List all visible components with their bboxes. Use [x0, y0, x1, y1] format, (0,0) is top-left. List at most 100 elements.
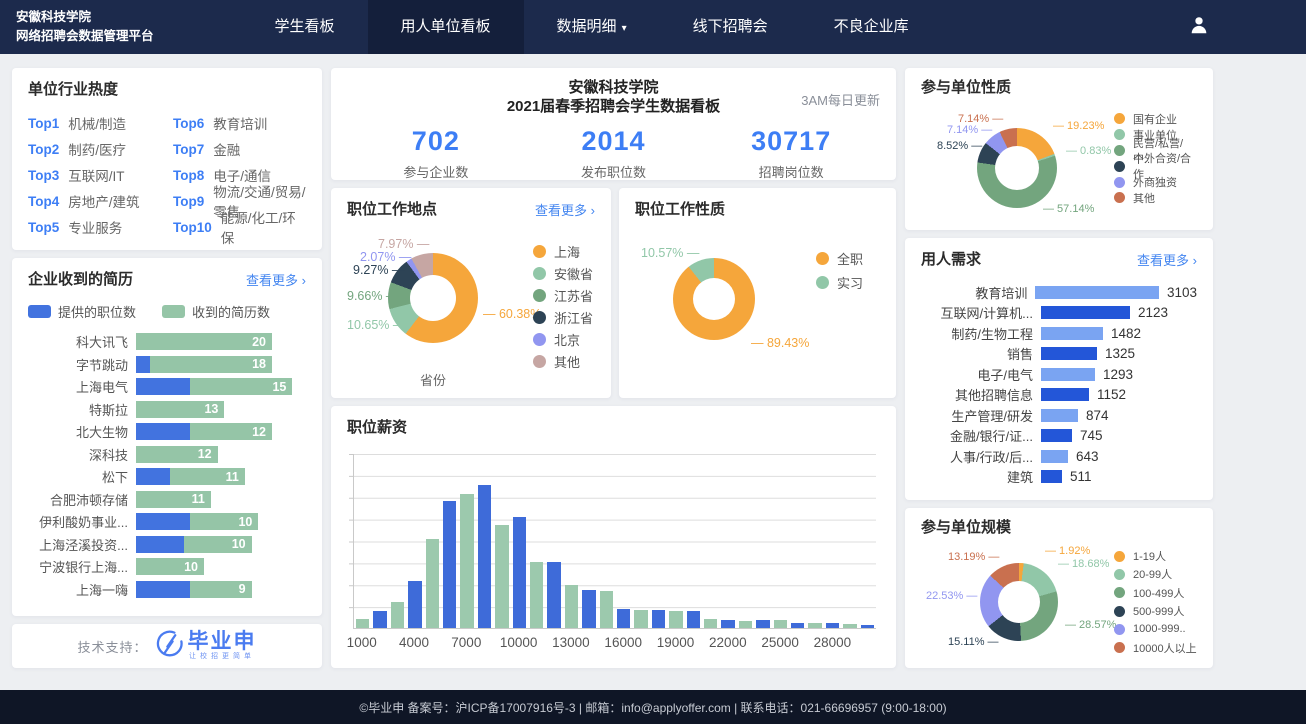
stat-openings-value: 30717	[702, 126, 880, 156]
unit_scale-legend-item[interactable]: 20-99人	[1114, 565, 1197, 583]
chevron-right-icon: ›	[1193, 253, 1197, 268]
job-type-card: 职位工作性质 — 89.43%10.57% —全职实习	[619, 188, 896, 398]
location-legend-item[interactable]: 安徽省	[533, 262, 593, 284]
histogram-bar	[669, 611, 682, 628]
industry-rank-label: Top2	[28, 142, 59, 157]
resumes-bar-chart: 科大讯飞20字节跳动18上海电气15特斯拉13北大生物12深科技12松下11合肥…	[28, 333, 306, 598]
resume-row: 字节跳动18	[28, 356, 306, 373]
location-legend-item[interactable]: 北京	[533, 328, 593, 350]
resumes-bar-segment: 11	[170, 468, 245, 485]
donut-hole	[410, 275, 456, 321]
unit_scale-legend-item[interactable]: 500-999人	[1114, 602, 1197, 620]
location-legend-item[interactable]: 江苏省	[533, 284, 593, 306]
unit_scale-legend-label: 1000-999..	[1133, 623, 1186, 635]
histogram-bar	[826, 623, 839, 628]
location-legend-label: 北京	[554, 330, 580, 349]
resume-row: 伊利酸奶事业...10	[28, 513, 306, 530]
nav-item-4[interactable]: 线下招聘会	[660, 0, 801, 54]
industry-rank-label: Top5	[28, 220, 59, 235]
resume-row-label: 深科技	[28, 445, 128, 464]
unit-scale-card: 参与单位规模 — 1.92%— 18.68%— 28.57%15.11% —22…	[905, 508, 1213, 668]
nature-percent-label: 10.57% —	[641, 246, 699, 260]
legend-dot-icon	[1114, 606, 1125, 617]
industry-rank-label: Top8	[173, 168, 204, 183]
demand-title: 用人需求	[921, 250, 981, 272]
demand-row-bar	[1041, 450, 1068, 463]
histogram-bar	[356, 619, 369, 628]
resumes-legend-label: 提供的职位数	[58, 302, 136, 321]
unit-nature-title: 参与单位性质	[921, 78, 1197, 100]
industry-item: Top4房地产/建筑	[28, 188, 173, 214]
unit_scale-legend-item[interactable]: 1000-999..	[1114, 620, 1197, 638]
job-location-title: 职位工作地点	[347, 200, 437, 222]
nav-item-2[interactable]: 用人单位看板	[368, 0, 524, 54]
unit_scale-percent-label: 22.53% —	[926, 590, 977, 602]
industry-name-label: 金融	[213, 139, 240, 159]
user-avatar-button[interactable]	[1188, 0, 1210, 54]
location-legend-item[interactable]: 浙江省	[533, 306, 593, 328]
histogram-bar	[530, 562, 543, 628]
resume-row-label: 上海电气	[28, 377, 128, 396]
x-tick-label: 13000	[552, 635, 590, 650]
legend-dot-icon	[1114, 192, 1125, 203]
stat-companies-label: 参与企业数	[347, 162, 525, 181]
resumes-bar-segment: 10	[136, 558, 204, 575]
demand-row-value: 2123	[1138, 305, 1168, 320]
footer-text: ©毕业申 备案号：沪ICP备17007916号-3 | 邮箱：info@appl…	[359, 699, 946, 716]
job-location-card: 职位工作地点 查看更多 › 省份 — 60.38%10.65% —9.66% —…	[331, 188, 611, 398]
salary-card: 职位薪资 10004000700010000130001600019000220…	[331, 406, 896, 668]
resume-row-bars: 20	[136, 333, 272, 350]
location-legend-label: 上海	[554, 242, 580, 261]
unit_scale-legend-item[interactable]: 10000人以上	[1114, 638, 1197, 656]
nature-donut	[673, 258, 755, 340]
location-legend-item[interactable]: 其他	[533, 350, 593, 372]
legend-dot-icon	[1114, 177, 1125, 188]
histogram-bar	[687, 611, 700, 628]
positions-bar-segment	[136, 536, 184, 553]
demand-row-bar	[1041, 306, 1130, 319]
unit_nature-percent-label: 7.14% —	[947, 124, 992, 136]
legend-dot-icon	[533, 355, 546, 368]
unit_nature-legend-label: 外商独资	[1133, 174, 1177, 190]
stats-row: 702 参与企业数 2014 发布职位数 30717 招聘岗位数	[347, 126, 880, 181]
job-location-more-link[interactable]: 查看更多 ›	[535, 200, 595, 219]
industry-heat-title: 单位行业热度	[28, 80, 306, 102]
unit_scale-legend-item[interactable]: 100-499人	[1114, 584, 1197, 602]
histogram-bar	[478, 485, 491, 628]
resumes-legend-item[interactable]: 收到的简历数	[162, 302, 270, 321]
unit_nature-legend-item[interactable]: 中外合资/合作	[1114, 158, 1197, 174]
industry-name-label: 制药/医疗	[68, 139, 126, 159]
histogram-bar	[460, 494, 473, 628]
histogram-bar	[565, 585, 578, 629]
nav-item-3[interactable]: 数据明细▾	[524, 0, 660, 54]
industry-item: Top2 制药/医疗	[28, 136, 173, 162]
demand-row-label: 人事/行政/后...	[921, 447, 1033, 466]
unit_nature-legend-item[interactable]: 其他	[1114, 190, 1197, 206]
nature-legend-item[interactable]: 全职	[816, 246, 863, 270]
demand-row-value: 643	[1076, 449, 1099, 464]
legend-dot-icon	[816, 252, 829, 265]
resume-row-bars: 18	[136, 356, 272, 373]
resumes-legend-item[interactable]: 提供的职位数	[28, 302, 136, 321]
legend-dot-icon	[1114, 587, 1125, 598]
nav-item-1[interactable]: 学生看板	[242, 0, 368, 54]
resumes-bar-segment: 11	[136, 491, 211, 508]
unit_scale-legend-item[interactable]: 1-19人	[1114, 547, 1197, 565]
legend-dot-icon	[1114, 624, 1125, 635]
unit-nature-donut-chart: — 19.23%— 0.83%— 57.14%8.52% —7.14% —7.1…	[921, 104, 1197, 218]
unit-scale-title: 参与单位规模	[921, 518, 1197, 540]
unit_nature-legend-item[interactable]: 国有企业	[1114, 111, 1197, 127]
industry-rank-label: Top3	[28, 168, 59, 183]
nav-item-5[interactable]: 不良企业库	[801, 0, 942, 54]
histogram-bar	[513, 517, 526, 628]
industry-name-label: 能源/化工/环保	[221, 207, 306, 247]
positions-bar-segment	[136, 513, 190, 530]
unit_nature-percent-label: — 19.23%	[1053, 120, 1104, 132]
top-navbar: 安徽科技学院 网络招聘会数据管理平台 学生看板用人单位看板数据明细▾线下招聘会不…	[0, 0, 1306, 54]
resumes-more-link[interactable]: 查看更多 ›	[246, 270, 306, 289]
nature-legend-item[interactable]: 实习	[816, 270, 863, 294]
resumes-bar-segment: 10	[190, 513, 258, 530]
demand-more-link[interactable]: 查看更多 ›	[1137, 250, 1197, 269]
location-legend-item[interactable]: 上海	[533, 240, 593, 262]
resume-row-bars: 10	[136, 536, 252, 553]
